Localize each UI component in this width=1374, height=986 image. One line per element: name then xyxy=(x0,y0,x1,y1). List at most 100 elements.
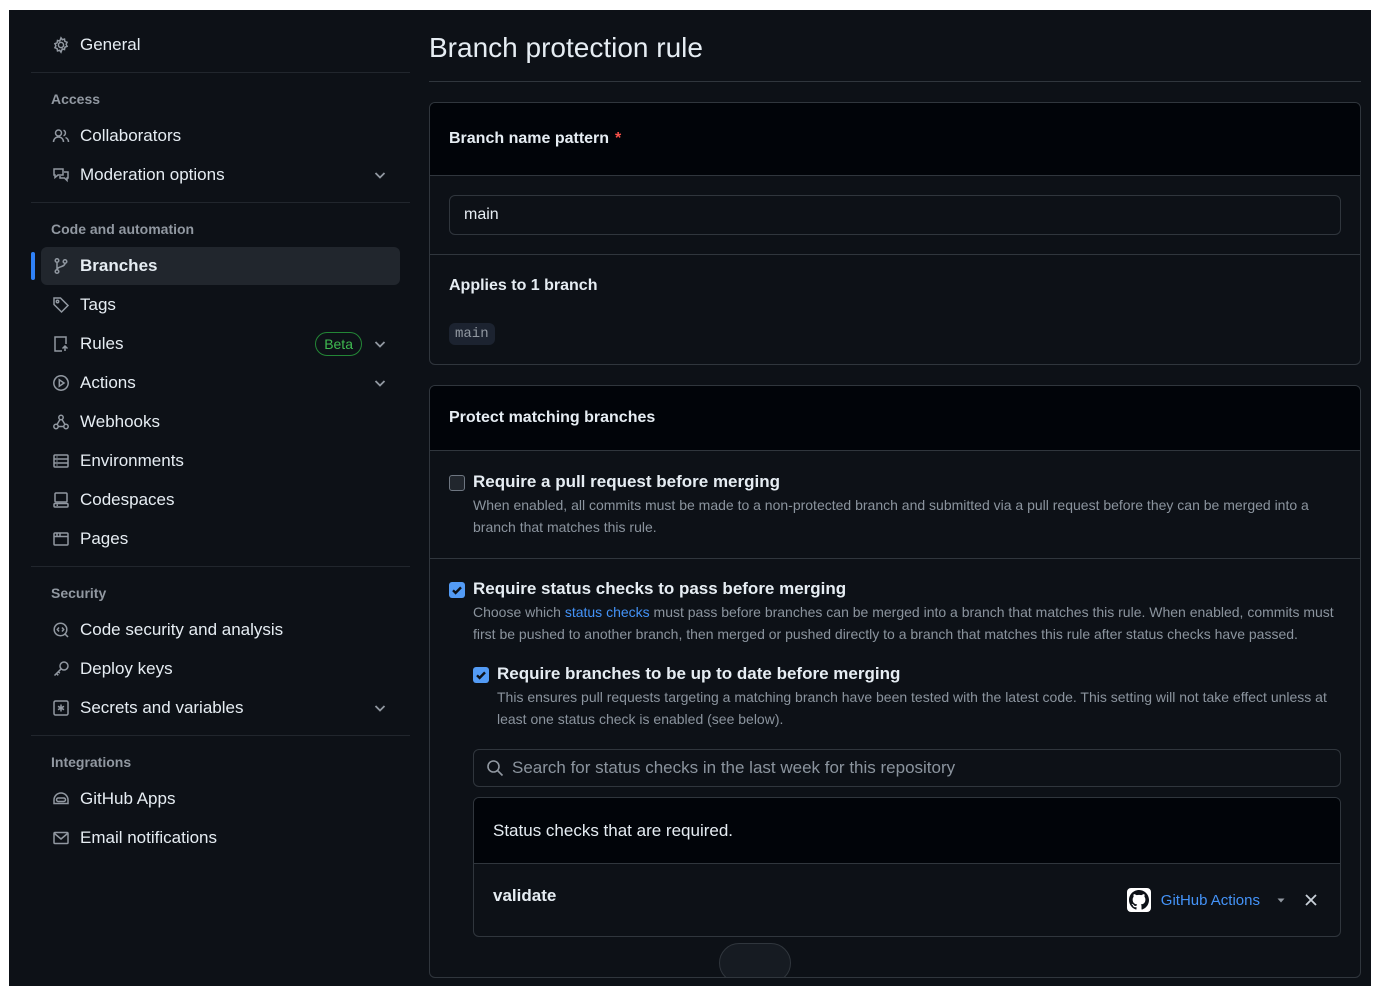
close-icon[interactable] xyxy=(1304,893,1318,907)
divider xyxy=(31,202,410,203)
branch-pattern-header: Branch name pattern * xyxy=(430,103,1360,176)
settings-sidebar: General Access Collaborators Moderation … xyxy=(31,26,410,858)
sidebar-item-label: Pages xyxy=(80,529,129,548)
option-require-status-checks: Require status checks to pass before mer… xyxy=(430,559,1360,977)
status-check-name: validate xyxy=(493,886,557,905)
search-placeholder: Search for status checks in the last wee… xyxy=(512,758,956,777)
mail-icon xyxy=(51,828,71,848)
github-actions-link[interactable]: GitHub Actions xyxy=(1161,892,1260,909)
sidebar-item-label: Tags xyxy=(80,295,116,314)
check-icon xyxy=(476,671,486,680)
sidebar-item-code-security[interactable]: Code security and analysis xyxy=(41,611,400,649)
sidebar-item-environments[interactable]: Environments xyxy=(41,442,400,480)
key-icon xyxy=(51,659,71,679)
status-check-row: validate GitHub Actions xyxy=(474,864,1340,936)
section-heading-access: Access xyxy=(51,91,101,107)
require-pr-checkbox[interactable] xyxy=(449,475,465,491)
sidebar-item-label: Environments xyxy=(80,451,184,470)
check-icon xyxy=(452,586,462,595)
protect-branches-header: Protect matching branches xyxy=(430,386,1360,451)
caret-down-icon[interactable] xyxy=(1276,895,1286,905)
chevron-down-icon[interactable] xyxy=(372,336,388,352)
chevron-down-icon[interactable] xyxy=(372,375,388,391)
webhook-icon xyxy=(51,412,71,432)
sidebar-item-webhooks[interactable]: Webhooks xyxy=(41,403,400,441)
sidebar-item-moderation[interactable]: Moderation options xyxy=(41,156,400,194)
main-content: Branch protection rule Branch name patte… xyxy=(429,10,1361,978)
applies-label: Applies to 1 branch xyxy=(449,277,598,294)
divider xyxy=(31,735,410,736)
required-checks-box: Status checks that are required. validat… xyxy=(473,797,1341,937)
required-mark: * xyxy=(615,130,622,147)
comment-discussion-icon xyxy=(51,165,71,185)
divider xyxy=(31,566,410,567)
sidebar-item-label: General xyxy=(80,35,141,54)
settings-page: General Access Collaborators Moderation … xyxy=(9,10,1371,986)
more-area xyxy=(473,937,1341,977)
sidebar-item-secrets[interactable]: Secrets and variables xyxy=(41,689,400,727)
require-up-to-date-checkbox[interactable] xyxy=(473,667,489,683)
sidebar-item-email-notifications[interactable]: Email notifications xyxy=(41,819,400,857)
sidebar-item-label: Actions xyxy=(80,373,136,392)
option-description: When enabled, all commits must be made t… xyxy=(473,497,1309,535)
option-title: Require a pull request before merging xyxy=(473,472,781,491)
require-status-checks-checkbox[interactable] xyxy=(449,582,465,598)
section-heading-integrations: Integrations xyxy=(51,754,132,770)
option-require-pr: Require a pull request before merging Wh… xyxy=(430,451,1360,559)
sidebar-item-deploy-keys[interactable]: Deploy keys xyxy=(41,650,400,688)
sidebar-item-codespaces[interactable]: Codespaces xyxy=(41,481,400,519)
option-description: Choose which status checks must pass bef… xyxy=(473,601,1341,645)
divider xyxy=(31,72,410,73)
sidebar-item-pages[interactable]: Pages xyxy=(41,520,400,558)
sidebar-item-label: Moderation options xyxy=(80,165,225,184)
floating-control[interactable] xyxy=(719,943,791,977)
sidebar-item-tags[interactable]: Tags xyxy=(41,286,400,324)
input-value: main xyxy=(464,206,499,223)
sidebar-item-label: GitHub Apps xyxy=(80,789,176,808)
status-check-source: GitHub Actions xyxy=(1126,888,1318,912)
page-title: Branch protection rule xyxy=(429,10,1361,82)
chevron-down-icon[interactable] xyxy=(372,700,388,716)
hubot-icon xyxy=(51,789,71,809)
section-heading-security: Security xyxy=(51,585,107,601)
sidebar-item-label: Rules xyxy=(80,334,124,353)
sidebar-item-label: Deploy keys xyxy=(80,659,173,678)
branch-name-pattern-input[interactable]: main xyxy=(449,195,1341,235)
sidebar-item-github-apps[interactable]: GitHub Apps xyxy=(41,780,400,818)
chevron-down-icon[interactable] xyxy=(372,167,388,183)
sidebar-item-actions[interactable]: Actions xyxy=(41,364,400,402)
sidebar-item-label: Collaborators xyxy=(80,126,182,145)
codespaces-icon xyxy=(51,490,71,510)
branch-chip: main xyxy=(449,323,495,345)
tag-icon xyxy=(51,295,71,315)
sidebar-item-collaborators[interactable]: Collaborators xyxy=(41,117,400,155)
play-icon xyxy=(51,373,71,393)
git-branch-icon xyxy=(51,256,71,276)
github-logo-icon xyxy=(1126,888,1151,912)
codescan-icon xyxy=(51,620,71,640)
repo-push-icon xyxy=(51,334,71,354)
asterisk-box-icon xyxy=(51,698,71,718)
status-check-search-input[interactable]: Search for status checks in the last wee… xyxy=(473,749,1341,787)
sidebar-item-general[interactable]: General xyxy=(41,26,400,64)
sidebar-item-label: Branches xyxy=(80,256,158,275)
protect-branches-heading: Protect matching branches xyxy=(449,409,656,426)
server-icon xyxy=(51,451,71,471)
search-icon xyxy=(486,759,504,777)
protect-branches-box: Protect matching branches Require a pull… xyxy=(429,385,1361,978)
sidebar-item-rules[interactable]: Rules Beta xyxy=(41,325,400,363)
sidebar-item-label: Code security and analysis xyxy=(80,620,284,639)
status-checks-link[interactable]: status checks xyxy=(565,604,650,620)
sidebar-item-branches[interactable]: Branches xyxy=(31,247,400,285)
beta-badge: Beta xyxy=(315,332,362,356)
desc-text: Choose which xyxy=(473,604,565,620)
sidebar-item-label: Webhooks xyxy=(80,412,161,431)
option-description: This ensures pull requests targeting a m… xyxy=(497,689,1327,727)
sidebar-item-label: Secrets and variables xyxy=(80,698,244,717)
option-title: Require status checks to pass before mer… xyxy=(473,579,847,598)
sidebar-item-label: Codespaces xyxy=(80,490,175,509)
sidebar-item-label: Email notifications xyxy=(80,828,218,847)
option-title: Require branches to be up to date before… xyxy=(497,664,901,683)
required-checks-heading: Status checks that are required. xyxy=(474,798,1340,864)
applies-section: Applies to 1 branch main xyxy=(430,255,1360,364)
